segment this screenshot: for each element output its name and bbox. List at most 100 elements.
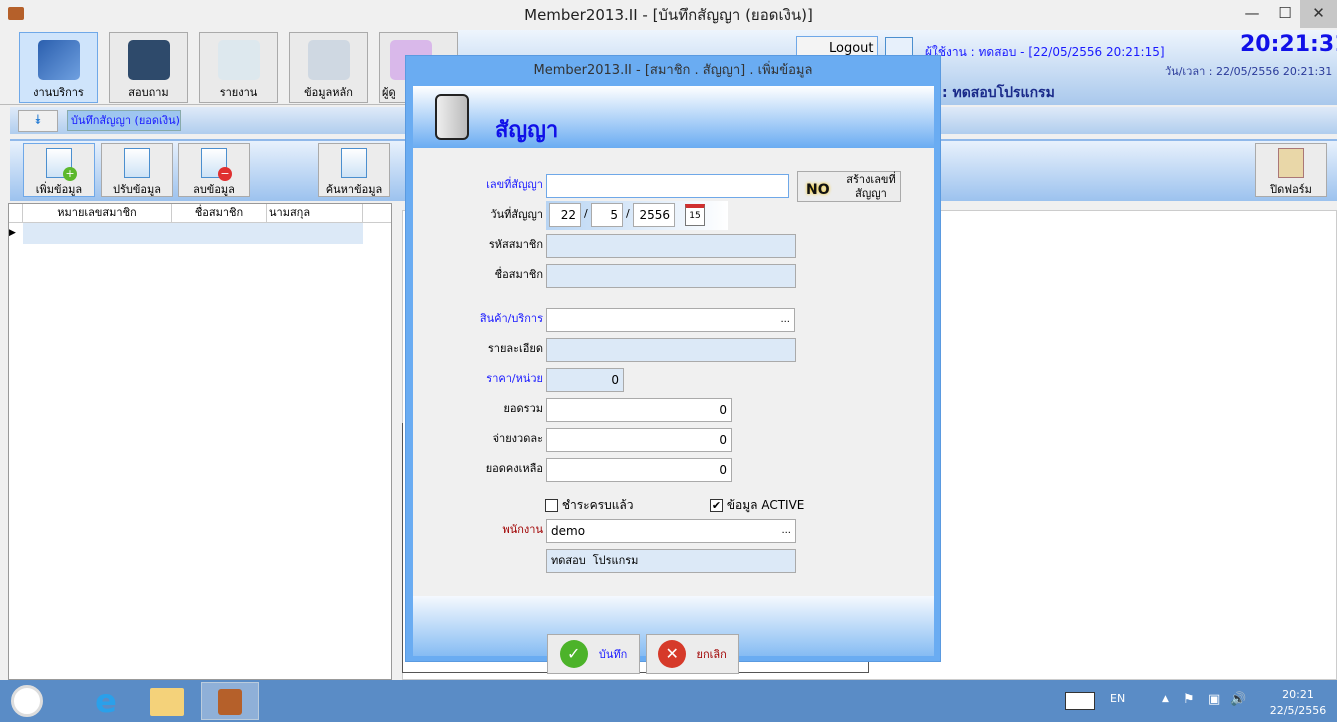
app-icon <box>8 7 24 20</box>
day-input[interactable]: 22 <box>549 203 581 227</box>
cancel-button[interactable]: ✕ ยกเลิก <box>646 634 739 674</box>
action-center-flag-icon[interactable]: ⚑ <box>1183 692 1195 707</box>
product-input[interactable]: ... <box>546 308 795 332</box>
ellipsis-button[interactable]: ... <box>780 309 790 331</box>
month-input[interactable]: 5 <box>591 203 623 227</box>
label: ยอดคงเหลือ <box>485 462 543 475</box>
volume-icon[interactable]: 🔊 <box>1230 692 1246 707</box>
checkbox[interactable]: ✔ <box>710 499 723 512</box>
close-button[interactable]: ✕ <box>1300 0 1337 28</box>
balance-input[interactable]: 0 <box>546 458 732 482</box>
date: 22/5/2556 <box>1269 704 1327 717</box>
maximize-button[interactable]: ☐ <box>1268 0 1302 28</box>
employee-name-field: ทดสอบ โปรแกรม <box>546 549 796 573</box>
start-icon[interactable] <box>11 685 43 717</box>
column-header[interactable]: หมายเลขสมาชิก <box>23 204 172 222</box>
total-input[interactable]: 0 <box>546 398 732 422</box>
date-picker: 22 / 5 / 2556 15 <box>546 201 728 230</box>
dialog-title: Member2013.II - [สมาชิก . สัญญา] . เพิ่ม… <box>533 63 813 78</box>
list-pencil-icon <box>307 40 350 80</box>
save-button[interactable]: ✓ บันทึก <box>547 634 640 674</box>
table-row[interactable]: ▶ <box>9 223 391 244</box>
add-document-icon: + <box>46 148 77 181</box>
label: ข้อมูลหลัก <box>304 86 353 99</box>
window-title: Member2013.II - [บันทึกสัญญา (ยอดเงิน)] <box>524 6 813 24</box>
keyboard-icon[interactable] <box>1065 692 1095 710</box>
label: รหัสสมาชิก <box>488 238 543 251</box>
year-input[interactable]: 2556 <box>633 203 675 227</box>
contract-no-input[interactable] <box>546 174 789 198</box>
lightning-no-icon: NO <box>806 182 830 198</box>
dialog-heading: สัญญา <box>495 118 559 143</box>
add-button[interactable]: + เพิ่มข้อมูล <box>23 143 95 197</box>
detail-field <box>546 338 796 362</box>
ribbon-master-data-button[interactable]: ข้อมูลหลัก <box>289 32 368 103</box>
calendar-icon[interactable]: 15 <box>685 204 705 226</box>
label: พนักงาน <box>502 523 544 536</box>
home-icon <box>1278 148 1304 178</box>
taskbar-app-button[interactable] <box>201 682 259 720</box>
collapse-icon[interactable]: ⯯ <box>18 110 58 132</box>
chart-icon <box>127 40 170 80</box>
ribbon-inquiry-button[interactable]: สอบถาม <box>109 32 188 103</box>
taskbar-clock[interactable]: 20:21 22/5/2556 <box>1266 687 1330 719</box>
user-info: ผู้ใช้งาน : ทดสอบ - [22/05/2556 20:21:15… <box>925 45 1165 59</box>
internet-explorer-icon[interactable]: e <box>88 684 124 720</box>
label: สอบถาม <box>128 86 169 99</box>
generate-number-button[interactable]: NO สร้างเลขที่ สัญญา <box>797 171 901 202</box>
label: สินค้า/บริการ <box>479 312 543 325</box>
row-pointer-icon: ▶ <box>9 228 16 238</box>
checkbox[interactable] <box>545 499 558 512</box>
value: demo <box>551 524 586 538</box>
edit-button[interactable]: ปรับข้อมูล <box>101 143 173 197</box>
label: ยกเลิก <box>696 648 727 661</box>
network-icon[interactable]: ▣ <box>1208 692 1220 707</box>
installment-input[interactable]: 0 <box>546 428 732 452</box>
member-name-field <box>546 264 796 288</box>
briefcase-icon <box>218 689 242 715</box>
label: ราคา/หน่วย <box>486 372 543 385</box>
language-indicator[interactable]: EN <box>1110 692 1125 705</box>
active-checkbox[interactable]: ✔ ข้อมูล ACTIVE <box>710 496 804 515</box>
tray-arrow-icon[interactable]: ▲ <box>1162 694 1169 704</box>
magnifier-icon <box>217 40 260 80</box>
company-name: : ทดสอบโปรแกรม <box>942 85 1055 101</box>
label: ชื่อสมาชิก <box>494 268 543 281</box>
delete-document-icon: − <box>201 148 232 181</box>
title-bar: Member2013.II - [บันทึกสัญญา (ยอดเงิน)] <box>0 0 1337 30</box>
label: รายละเอียด <box>487 342 543 355</box>
label: ปรับข้อมูล <box>113 183 161 196</box>
delete-button[interactable]: − ลบข้อมูล <box>178 143 250 197</box>
label: บันทึก <box>598 648 628 661</box>
label: ค้นหาข้อมูล <box>325 183 383 196</box>
binoculars-icon <box>341 148 367 178</box>
minimize-button[interactable]: — <box>1235 0 1269 28</box>
search-button[interactable]: ค้นหาข้อมูล <box>318 143 390 197</box>
column-header[interactable]: นามสกุล <box>267 204 363 222</box>
label: เพิ่มข้อมูล <box>35 183 83 196</box>
label: ปิดฟอร์ม <box>1270 183 1312 196</box>
cancel-icon: ✕ <box>658 640 687 668</box>
taskbar: e EN ▲ ⚑ ▣ 🔊 20:21 22/5/2556 <box>0 680 1337 722</box>
unit-price-field: 0 <box>546 368 624 392</box>
paid-full-checkbox[interactable]: ชำระครบแล้ว <box>545 496 634 515</box>
logout-label: Logout <box>829 41 874 56</box>
label: ลบข้อมูล <box>193 183 235 196</box>
member-code-field <box>546 234 796 258</box>
member-grid[interactable]: หมายเลขสมาชิก ชื่อสมาชิก นามสกุล ▶ <box>8 203 392 680</box>
close-form-button[interactable]: ปิดฟอร์ม <box>1255 143 1327 197</box>
file-explorer-icon[interactable] <box>150 688 184 716</box>
document-clip-icon <box>435 94 469 140</box>
ellipsis-button[interactable]: ... <box>781 520 791 542</box>
clock: 20:21:31 <box>1240 32 1337 57</box>
label: ชำระครบแล้ว <box>561 498 634 512</box>
label: สัญญา <box>855 187 887 200</box>
breadcrumb[interactable]: บันทึกสัญญา (ยอดเงิน) <box>67 110 181 131</box>
employee-input[interactable]: demo... <box>546 519 796 543</box>
label: งานบริการ <box>33 86 84 99</box>
label: สร้างเลขที่ <box>846 173 896 186</box>
ribbon-report-button[interactable]: รายงาน <box>199 32 278 103</box>
ribbon-service-button[interactable]: งานบริการ <box>19 32 98 103</box>
column-header[interactable]: ชื่อสมาชิก <box>172 204 267 222</box>
time: 20:21 <box>1282 688 1314 701</box>
